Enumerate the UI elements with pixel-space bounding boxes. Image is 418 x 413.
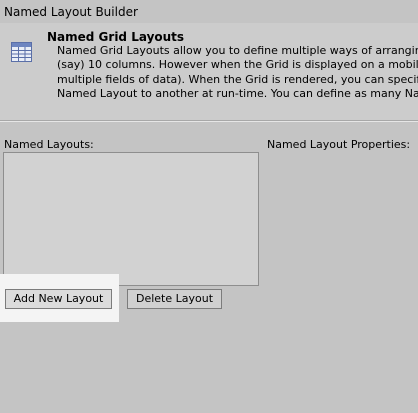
header-title: Named Grid Layouts — [47, 30, 185, 44]
layout-properties-label: Named Layout Properties: — [267, 138, 411, 151]
add-new-layout-button[interactable]: Add New Layout — [5, 289, 112, 309]
header-description: Named Grid Layouts allow you to define m… — [57, 44, 418, 101]
window-title: Named Layout Builder — [4, 5, 138, 19]
header-panel: Named Grid Layouts Named Grid Layouts al… — [0, 23, 418, 121]
named-layouts-list[interactable] — [3, 152, 259, 286]
description-line: (say) 10 columns. However when the Grid … — [57, 58, 418, 72]
description-line: Named Layout to another at run-time. You… — [57, 86, 418, 100]
description-line: Named Grid Layouts allow you to define m… — [57, 44, 418, 57]
grid-layout-icon — [11, 42, 32, 62]
named-layouts-label: Named Layouts: — [4, 138, 94, 151]
description-line: multiple fields of data). When the Grid … — [57, 72, 418, 86]
delete-layout-button[interactable]: Delete Layout — [127, 289, 222, 309]
